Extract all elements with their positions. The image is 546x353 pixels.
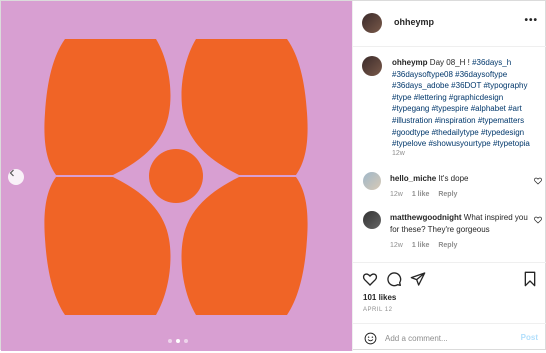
comment-username[interactable]: hello_miche [390,174,436,183]
caption-text: Day 08_H ! [429,58,470,67]
carousel-dot [184,339,188,343]
carousel-dot [168,339,172,343]
post-date[interactable]: APRIL 12 [363,307,392,313]
bookmark-icon[interactable] [522,271,538,287]
caption-username[interactable]: ohheymp [392,58,428,67]
comment-age: 12w [390,242,403,249]
heart-icon[interactable] [362,271,378,287]
caption: ohheymp Day 08_H ! #36days_h #36daysofty… [392,57,542,150]
avatar[interactable] [362,13,382,33]
reply-button[interactable]: Reply [438,191,457,198]
emoji-icon[interactable] [364,332,377,345]
comment: hello_miche It's dope [390,173,530,185]
caption-hashtags[interactable]: #36days_h #36daysoftype08 #36daysoftype … [392,58,530,148]
reply-button[interactable]: Reply [438,242,457,249]
comment-input[interactable] [385,331,510,345]
avatar[interactable] [363,172,381,190]
letter-h-artwork [44,39,308,315]
more-options-button[interactable]: ••• [524,15,538,26]
carousel-indicator [168,339,188,343]
carousel-dot-active [176,339,180,343]
comment-text: It's dope [438,174,469,183]
comment-username[interactable]: matthewgoodnight [390,213,462,222]
previous-image-button[interactable] [8,169,24,185]
caption-avatar[interactable] [362,56,382,76]
comment-icon[interactable] [386,271,402,287]
post-details-panel: ohheymp ••• ohheymp Day 08_H ! #36days_h… [352,1,546,351]
comment-meta: 12w 1 like Reply [390,191,457,198]
caption-age: 12w [392,150,405,157]
comment-likes[interactable]: 1 like [412,191,430,198]
like-comment-icon[interactable] [534,177,542,185]
avatar[interactable] [363,211,381,229]
like-count[interactable]: 101 likes [363,293,396,302]
post-actions: 101 likes APRIL 12 Post [353,262,546,352]
post-modal: ohheymp ••• ohheymp Day 08_H ! #36days_h… [0,0,546,351]
comment: matthewgoodnight What inspired you for t… [390,212,530,235]
comment-likes[interactable]: 1 like [412,242,430,249]
post-image[interactable] [1,1,352,351]
chevron-left-icon [9,169,14,177]
comment-meta: 12w 1 like Reply [390,242,457,249]
like-comment-icon[interactable] [534,216,542,224]
post-button[interactable]: Post [521,333,538,342]
share-icon[interactable] [410,271,426,287]
comment-age: 12w [390,191,403,198]
username-link[interactable]: ohheymp [394,17,434,27]
post-header: ohheymp ••• [353,1,546,47]
comment-composer: Post [353,323,546,353]
